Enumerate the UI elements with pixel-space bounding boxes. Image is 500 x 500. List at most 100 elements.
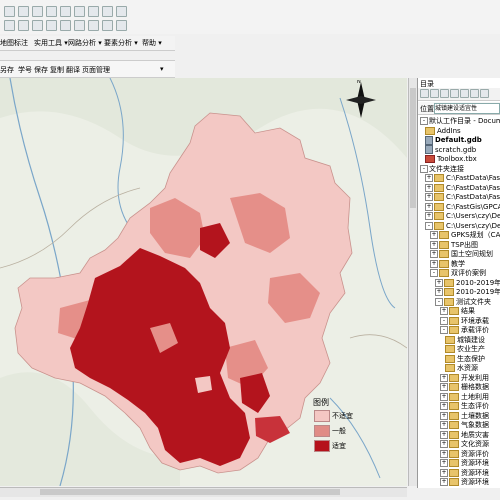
expand-icon[interactable]: + bbox=[425, 174, 433, 182]
tree-item[interactable]: + 气象数据 bbox=[440, 420, 489, 430]
identify-icon[interactable] bbox=[60, 20, 71, 31]
collapse-icon[interactable]: - bbox=[420, 117, 428, 125]
expand-icon[interactable]: + bbox=[425, 193, 433, 201]
tree-item[interactable]: AddIns bbox=[425, 126, 461, 136]
tool-student-id[interactable]: 学号 bbox=[18, 65, 32, 75]
scroll-thumb[interactable] bbox=[40, 489, 340, 495]
save-icon[interactable] bbox=[32, 6, 43, 17]
full-extent-icon[interactable] bbox=[46, 20, 57, 31]
print-icon[interactable] bbox=[46, 6, 57, 17]
find-icon[interactable] bbox=[102, 20, 113, 31]
undo-icon[interactable] bbox=[116, 6, 127, 17]
measure-icon[interactable] bbox=[88, 20, 99, 31]
tree-item[interactable]: + 资源环境 bbox=[440, 468, 489, 478]
open-icon[interactable] bbox=[18, 6, 29, 17]
copy-icon[interactable] bbox=[74, 6, 85, 17]
toolbar-dropdown-icon[interactable]: ▾ bbox=[160, 65, 164, 73]
tool-save-as[interactable]: 另存 bbox=[0, 65, 14, 75]
zoom-out-icon[interactable] bbox=[18, 20, 29, 31]
expand-icon[interactable]: + bbox=[430, 259, 438, 268]
expand-icon[interactable]: + bbox=[440, 383, 448, 391]
zoom-in-icon[interactable] bbox=[4, 20, 15, 31]
tree-item[interactable]: + C:\FastGis\GPCADIC bbox=[425, 202, 500, 212]
tree-item[interactable]: + GPKS规划（CAD） bbox=[430, 230, 500, 240]
tree-item[interactable]: - 承载评价 bbox=[440, 325, 489, 335]
tree-item[interactable]: - 文件夹连接 bbox=[420, 164, 464, 174]
expand-icon[interactable]: + bbox=[440, 402, 448, 410]
menu-utilities[interactable]: 实用工具 ▾ bbox=[34, 38, 68, 48]
expand-icon[interactable]: + bbox=[440, 459, 448, 467]
tree-item[interactable]: -默认工作目录 - Documen bbox=[420, 116, 500, 126]
options-icon[interactable] bbox=[480, 89, 489, 98]
tree-item[interactable]: + 资源环境 bbox=[440, 458, 489, 468]
menu-help[interactable]: 帮助 ▾ bbox=[142, 38, 162, 48]
tree-item[interactable]: 生态保护 bbox=[445, 354, 485, 364]
hyperlink-icon[interactable] bbox=[116, 20, 127, 31]
horizontal-scrollbar[interactable] bbox=[0, 487, 407, 497]
paste-icon[interactable] bbox=[88, 6, 99, 17]
expand-icon[interactable]: + bbox=[430, 240, 438, 249]
expand-icon[interactable]: + bbox=[425, 202, 433, 211]
expand-icon[interactable]: + bbox=[430, 250, 438, 258]
vertical-scrollbar[interactable] bbox=[408, 78, 417, 486]
expand-icon[interactable]: + bbox=[440, 440, 448, 448]
tool-copy[interactable]: 复制 bbox=[50, 65, 64, 75]
tree-item[interactable]: + C:\Users\czy\Desktop bbox=[425, 211, 500, 221]
menu-network-analysis[interactable]: 网路分析 ▾ bbox=[68, 38, 102, 48]
tree-item[interactable]: scratch.gdb bbox=[425, 145, 476, 155]
tree-item[interactable]: + 结果 bbox=[440, 306, 475, 316]
tree-item[interactable]: + 土地利用 bbox=[440, 392, 489, 402]
scroll-thumb[interactable] bbox=[410, 88, 416, 208]
tree-item[interactable]: + 开发利用 bbox=[440, 373, 489, 383]
tool-save[interactable]: 保存 bbox=[34, 65, 48, 75]
select-icon[interactable] bbox=[74, 20, 85, 31]
collapse-icon[interactable]: - bbox=[440, 326, 448, 334]
tree-item[interactable]: 水资源 bbox=[445, 363, 478, 373]
tree-item[interactable]: Toolbox.tbx bbox=[425, 154, 477, 164]
tree-item[interactable]: 城镇建设 bbox=[445, 335, 485, 345]
tree-item[interactable]: + C:\FastData\FastTSP bbox=[425, 183, 500, 193]
expand-icon[interactable]: + bbox=[440, 373, 448, 382]
tree-item[interactable]: - 环境承载 bbox=[440, 316, 489, 326]
location-input[interactable]: 城镇建设适宜性 bbox=[434, 103, 500, 114]
up-folder-icon[interactable] bbox=[440, 89, 449, 98]
tree-item[interactable]: Default.gdb bbox=[425, 135, 482, 145]
tree-item[interactable]: + TSP出图 bbox=[430, 240, 478, 250]
tree-item[interactable]: + 教学 bbox=[430, 259, 465, 269]
expand-icon[interactable]: + bbox=[430, 231, 438, 239]
tree-item[interactable]: - C:\Users\czy\Deskto bbox=[425, 221, 500, 231]
expand-icon[interactable]: + bbox=[440, 421, 448, 429]
tree-item[interactable]: +2010-2019年 bbox=[435, 278, 500, 288]
tree-item[interactable]: + 国土空间规划 bbox=[430, 249, 493, 259]
delete-icon[interactable] bbox=[102, 6, 113, 17]
tree-item[interactable]: - 测试文件夹 bbox=[435, 297, 491, 307]
back-icon[interactable] bbox=[420, 89, 429, 98]
expand-icon[interactable]: + bbox=[440, 392, 448, 401]
expand-icon[interactable]: + bbox=[425, 183, 433, 192]
new-icon[interactable] bbox=[4, 6, 15, 17]
collapse-icon[interactable]: - bbox=[440, 316, 448, 325]
collapse-icon[interactable]: - bbox=[420, 164, 428, 173]
home-icon[interactable] bbox=[450, 89, 459, 98]
expand-icon[interactable]: + bbox=[440, 478, 448, 486]
tree-item[interactable]: + 资源评价 bbox=[440, 449, 489, 459]
expand-icon[interactable]: + bbox=[425, 212, 433, 220]
tree-item[interactable]: + 生态评价 bbox=[440, 401, 489, 411]
tree-item[interactable]: - 双评价案例 bbox=[430, 268, 486, 278]
forward-icon[interactable] bbox=[430, 89, 439, 98]
tree-item[interactable]: + 文化资源 bbox=[440, 439, 489, 449]
collapse-icon[interactable]: - bbox=[425, 221, 433, 230]
expand-icon[interactable]: + bbox=[440, 307, 448, 315]
toggle-contents-icon[interactable] bbox=[470, 89, 479, 98]
tree-item[interactable]: + 土壤数据 bbox=[440, 411, 489, 421]
collapse-icon[interactable]: - bbox=[435, 297, 443, 306]
tree-item[interactable]: +2010-2019年降 bbox=[435, 287, 500, 297]
tree-item[interactable]: + C:\FastData\FastTSP bbox=[425, 173, 500, 183]
expand-icon[interactable]: + bbox=[435, 278, 443, 287]
expand-icon[interactable]: + bbox=[435, 288, 443, 296]
tree-item[interactable]: + 地质灾害 bbox=[440, 430, 489, 440]
cut-icon[interactable] bbox=[60, 6, 71, 17]
tool-translate[interactable]: 翻译 bbox=[66, 65, 80, 75]
tree-item[interactable]: + 栅格数据 bbox=[440, 382, 489, 392]
tree-item[interactable]: + C:\FastData\FastTSP bbox=[425, 192, 500, 202]
